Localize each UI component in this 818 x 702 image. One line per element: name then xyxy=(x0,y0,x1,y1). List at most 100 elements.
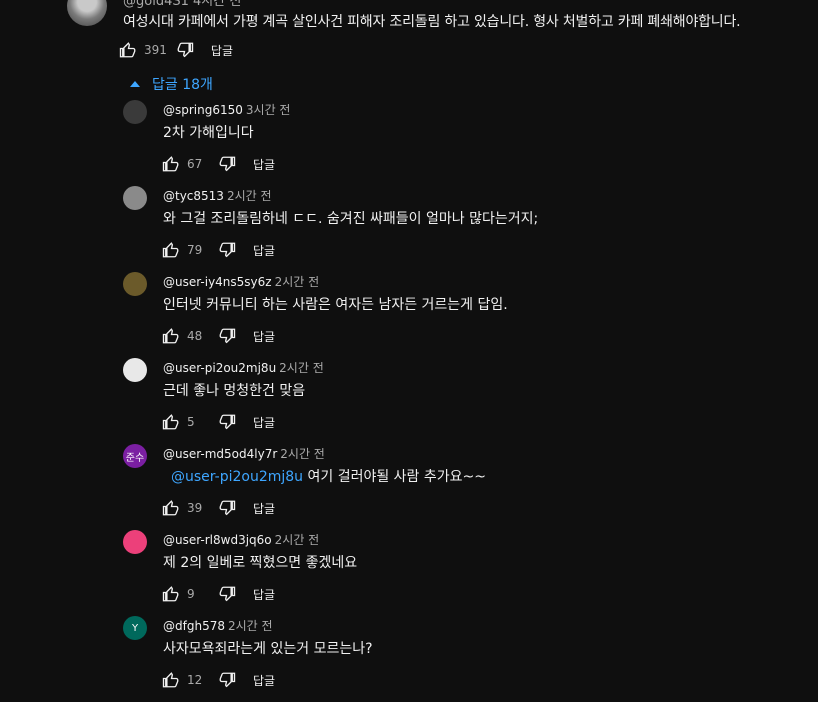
avatar-initials: 준수 xyxy=(125,452,145,464)
replies-toggle[interactable]: 답글 18개 xyxy=(126,74,213,94)
reply-button[interactable]: 답글 xyxy=(253,586,275,603)
thumbs-up-icon xyxy=(162,242,179,258)
avatar[interactable] xyxy=(123,530,147,554)
like-button[interactable] xyxy=(161,412,181,432)
reply-text: 인터넷 커뮤니티 하는 사람은 여자든 남자든 거르는게 답임. xyxy=(163,294,508,314)
reply-time[interactable]: 2시간 전 xyxy=(275,533,320,547)
dislike-button[interactable] xyxy=(217,154,237,174)
reply-item: @user-pi2ou2mj8u 2시간 전근데 좋나 멍청한건 맞음 5 답글 xyxy=(0,358,818,444)
reply-meta: @dfgh578 2시간 전 xyxy=(163,617,273,634)
avatar[interactable] xyxy=(67,0,107,26)
reply-author[interactable]: @user-iy4ns5sy6z xyxy=(163,275,272,289)
reply-actions: 9 답글 xyxy=(161,584,275,604)
reply-time[interactable]: 2시간 전 xyxy=(275,275,320,289)
dislike-button[interactable] xyxy=(175,40,195,60)
like-button[interactable] xyxy=(161,584,181,604)
like-button[interactable] xyxy=(161,498,181,518)
thumbs-up-icon xyxy=(162,586,179,602)
avatar-initials: Y xyxy=(131,622,139,634)
reply-meta: @user-md5od4ly7r 2시간 전 xyxy=(163,445,325,462)
reply-text-body: 여기 걸러야될 사람 추가요~~ xyxy=(307,469,486,485)
reply-text: 제 2의 일베로 찍혔으면 좋겠네요 xyxy=(163,552,357,572)
dislike-button[interactable] xyxy=(217,670,237,690)
thumbs-down-icon xyxy=(219,586,236,602)
reply-meta: @spring6150 3시간 전 xyxy=(163,101,290,118)
reply-time[interactable]: 2시간 전 xyxy=(280,447,325,461)
thumbs-down-icon xyxy=(219,328,236,344)
reply-time[interactable]: 3시간 전 xyxy=(246,103,291,117)
reply-author[interactable]: @user-pi2ou2mj8u xyxy=(163,361,276,375)
reply-button[interactable]: 답글 xyxy=(253,414,275,431)
reply-text: 와 그걸 조리돌림하네 ㄷㄷ. 숨겨진 싸패들이 얼마나 많다는거지; xyxy=(163,208,538,228)
avatar[interactable] xyxy=(123,272,147,296)
like-button[interactable] xyxy=(118,40,138,60)
dislike-button[interactable] xyxy=(217,326,237,346)
like-count: 48 xyxy=(187,329,203,343)
like-button[interactable] xyxy=(161,326,181,346)
thumbs-up-icon xyxy=(162,414,179,430)
thumbs-down-icon xyxy=(219,672,236,688)
comment-author[interactable]: @gold4S1 4시간 전 xyxy=(123,0,241,9)
reply-button[interactable]: 답글 xyxy=(211,42,233,59)
reply-button[interactable]: 답글 xyxy=(253,672,275,689)
like-count: 12 xyxy=(187,673,203,687)
dislike-button[interactable] xyxy=(217,584,237,604)
reply-text: @user-pi2ou2mj8u 여기 걸러야될 사람 추가요~~ xyxy=(165,466,486,486)
dislike-button[interactable] xyxy=(217,240,237,260)
avatar[interactable] xyxy=(123,100,147,124)
chevron-up-icon xyxy=(130,81,140,87)
reply-actions: 5 답글 xyxy=(161,412,275,432)
reply-time[interactable]: 2시간 전 xyxy=(228,619,273,633)
reply-author[interactable]: @tyc8513 xyxy=(163,189,224,203)
reply-author[interactable]: @user-md5od4ly7r xyxy=(163,447,277,461)
mention-link[interactable]: @user-pi2ou2mj8u xyxy=(171,469,303,485)
reply-button[interactable]: 답글 xyxy=(253,500,275,517)
comment-actions: 391 답글 xyxy=(118,40,233,60)
reply-text-body: 와 그걸 조리돌림하네 ㄷㄷ. 숨겨진 싸패들이 얼마나 많다는거지; xyxy=(163,211,539,227)
like-button[interactable] xyxy=(161,670,181,690)
reply-time[interactable]: 2시간 전 xyxy=(227,189,272,203)
reply-item: @tyc8513 2시간 전와 그걸 조리돌림하네 ㄷㄷ. 숨겨진 싸패들이 얼마… xyxy=(0,186,818,272)
like-button[interactable] xyxy=(161,154,181,174)
like-count: 5 xyxy=(187,415,195,429)
reply-text-body: 근데 좋나 멍청한건 맞음 xyxy=(163,383,306,399)
thumbs-up-icon xyxy=(162,156,179,172)
avatar[interactable] xyxy=(123,186,147,210)
thumbs-up-icon xyxy=(119,42,136,58)
dislike-button[interactable] xyxy=(217,498,237,518)
replies-count-label: 답글 18개 xyxy=(152,77,213,93)
reply-button[interactable]: 답글 xyxy=(253,328,275,345)
avatar[interactable] xyxy=(123,358,147,382)
reply-text-body: 사자모욕죄라는게 있는거 모르는나? xyxy=(163,641,373,657)
reply-actions: 39 답글 xyxy=(161,498,275,518)
like-count: 391 xyxy=(144,43,167,57)
reply-author[interactable]: @dfgh578 xyxy=(163,619,225,633)
like-count: 9 xyxy=(187,587,195,601)
avatar[interactable]: 준수 xyxy=(123,444,147,468)
reply-actions: 79 답글 xyxy=(161,240,275,260)
reply-time[interactable]: 2시간 전 xyxy=(279,361,324,375)
reply-actions: 12 답글 xyxy=(161,670,275,690)
reply-meta: @user-pi2ou2mj8u 2시간 전 xyxy=(163,359,324,376)
thumbs-down-icon xyxy=(219,500,236,516)
reply-text-body: 인터넷 커뮤니티 하는 사람은 여자든 남자든 거르는게 답임. xyxy=(163,297,508,313)
reply-button[interactable]: 답글 xyxy=(253,242,275,259)
avatar[interactable]: Y xyxy=(123,616,147,640)
reply-item: Y @dfgh578 2시간 전사자모욕죄라는게 있는거 모르는나? 12 답글 xyxy=(0,616,818,702)
like-count: 39 xyxy=(187,501,203,515)
thumbs-up-icon xyxy=(162,500,179,516)
reply-item: 준수 @user-md5od4ly7r 2시간 전 @user-pi2ou2mj8u … xyxy=(0,444,818,530)
thumbs-down-icon xyxy=(219,242,236,258)
thumbs-down-icon xyxy=(219,414,236,430)
reply-button[interactable]: 답글 xyxy=(253,156,275,173)
like-count: 67 xyxy=(187,157,203,171)
reply-meta: @user-rl8wd3jq6o 2시간 전 xyxy=(163,531,319,548)
thumbs-up-icon xyxy=(162,672,179,688)
comment-text: 여성시대 카페에서 가평 계곡 살인사건 피해자 조리돌림 하고 있습니다. 형… xyxy=(123,14,741,30)
like-button[interactable] xyxy=(161,240,181,260)
dislike-button[interactable] xyxy=(217,412,237,432)
reply-author[interactable]: @spring6150 xyxy=(163,103,243,117)
reply-author[interactable]: @user-rl8wd3jq6o xyxy=(163,533,272,547)
reply-meta: @user-iy4ns5sy6z 2시간 전 xyxy=(163,273,319,290)
thumbs-up-icon xyxy=(162,328,179,344)
